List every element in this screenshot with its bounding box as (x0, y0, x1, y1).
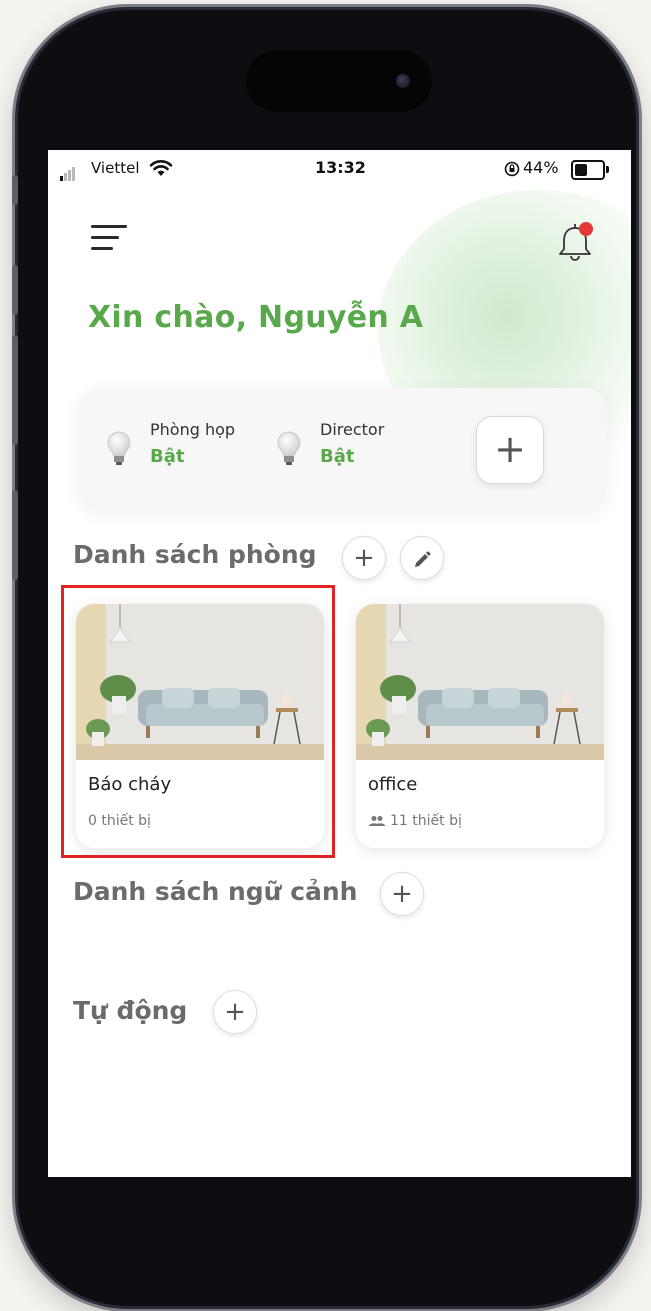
add-room-button[interactable]: + (342, 536, 386, 580)
device-name: Director (320, 420, 385, 439)
battery-percent: 44% (523, 158, 559, 177)
page: Viettel 13:32 44% Xin chào, Nguyễn A Phò… (0, 0, 651, 1311)
pencil-icon (415, 551, 431, 567)
room-photo (76, 604, 324, 760)
mute-switch (12, 175, 18, 205)
side-button (12, 490, 18, 580)
battery-icon (571, 160, 609, 180)
add-automation-button[interactable]: + (213, 990, 257, 1034)
signal-icon (60, 163, 76, 181)
greeting-title: Xin chào, Nguyễn A (88, 300, 424, 335)
quick-devices-card: Phòng họp Bật Director Bật + (78, 388, 607, 510)
wifi-icon (149, 160, 173, 176)
carrier-label: Viettel (91, 159, 140, 177)
bell-icon[interactable] (556, 220, 596, 264)
status-bar: Viettel 13:32 44% (48, 150, 631, 190)
rooms-section-title: Danh sách phòng (73, 540, 317, 569)
scenes-section-title: Danh sách ngữ cảnh (73, 877, 358, 906)
device-state: Bật (320, 446, 355, 467)
edit-rooms-button[interactable] (400, 536, 444, 580)
volume-down-button (12, 335, 18, 445)
automation-section-title: Tự động (73, 996, 188, 1025)
people-icon (369, 816, 385, 826)
room-name: office (368, 774, 418, 795)
room-card-office[interactable]: office 11 thiết bị (356, 604, 604, 848)
light-bulb-icon (107, 431, 131, 465)
orientation-lock-icon (504, 161, 520, 177)
room-photo (356, 604, 604, 760)
add-quick-device-button[interactable]: + (476, 416, 544, 484)
room-device-count: 11 thiết bị (368, 813, 462, 829)
add-scene-button[interactable]: + (380, 872, 424, 916)
menu-icon[interactable] (91, 225, 127, 250)
status-time: 13:32 (315, 158, 366, 177)
light-bulb-icon (277, 431, 301, 465)
room-name: Báo cháy (88, 774, 172, 795)
camera-icon (396, 74, 410, 88)
device-state: Bật (150, 446, 185, 467)
device-name: Phòng họp (150, 420, 236, 439)
room-card-bao-chay[interactable]: Báo cháy 0 thiết bị (76, 604, 324, 848)
app-screen: Viettel 13:32 44% Xin chào, Nguyễn A Phò… (48, 150, 631, 1177)
volume-up-button (12, 265, 18, 315)
room-device-count: 0 thiết bị (88, 813, 151, 829)
notification-badge (579, 222, 593, 236)
room-device-count-text: 11 thiết bị (390, 813, 462, 829)
